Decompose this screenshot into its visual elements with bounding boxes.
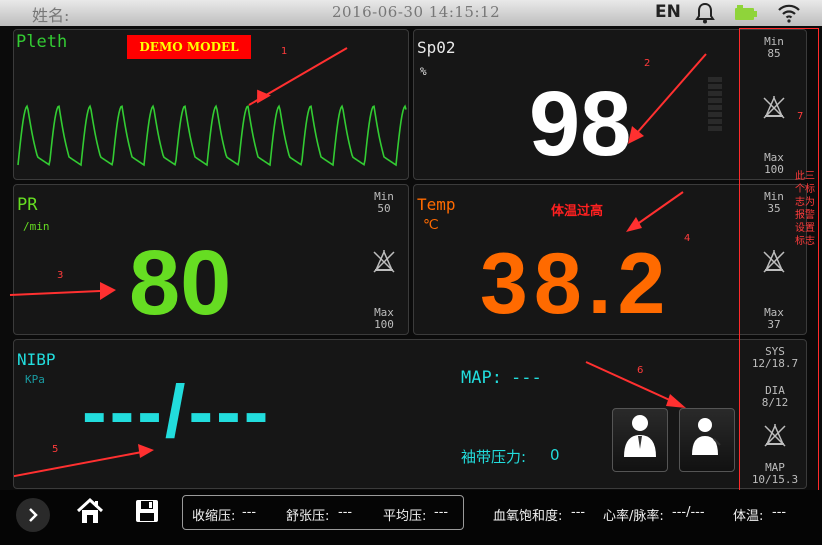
language-toggle[interactable]: EN [655, 2, 681, 22]
annotation-3: 3 [57, 270, 64, 281]
annotation-7-note: 此三个标志为报警设置标志 [795, 171, 815, 247]
battery-icon [735, 5, 757, 25]
alarm-settings-highlight [739, 28, 819, 502]
wifi-icon [777, 3, 801, 27]
save-button[interactable] [135, 499, 159, 527]
patient-name-label: 姓名: [32, 6, 70, 25]
annotation-7: 7 [797, 111, 804, 122]
summary-dia-label: 舒张压: [286, 509, 330, 524]
nibp-summary-box: 收缩压: --- 舒张压: --- 平均压: --- [182, 495, 464, 530]
date-time: 2016-06-30 14:15:12 [332, 3, 501, 21]
pr-alarm-limits[interactable]: Min 50 Max 100 [359, 188, 409, 332]
top-status-bar: 姓名: 2016-06-30 14:15:12 EN [0, 0, 822, 26]
annotation-6: 6 [637, 365, 644, 376]
pleth-waveform [17, 47, 407, 167]
summary-sys-value: --- [242, 505, 257, 520]
alarm-off-icon [372, 248, 396, 277]
pleth-panel[interactable]: Pleth DEMO MODEL 1 [13, 29, 409, 180]
nibp-panel[interactable]: NIBP KPa ---/--- MAP: --- 袖带压力: 0 5 6 SY… [13, 339, 807, 489]
pr-max-value: 100 [374, 318, 394, 331]
expand-arrow-icon [29, 508, 38, 522]
annotation-5: 5 [52, 444, 59, 455]
status-spo2-label: 血氧饱和度: [493, 509, 563, 524]
summary-dia-value: --- [338, 505, 353, 520]
expand-button[interactable] [16, 498, 50, 532]
annotation-4: 4 [684, 233, 691, 244]
annotation-2: 2 [644, 58, 651, 69]
arrows-5-6 [14, 361, 686, 478]
home-icon [76, 497, 104, 523]
annotation-1: 1 [281, 46, 288, 57]
status-spo2-value: --- [571, 505, 586, 520]
bell-icon[interactable] [693, 2, 717, 28]
summary-sys-label: 收缩压: [192, 509, 236, 524]
status-hr-label: 心率/脉率: [603, 509, 664, 524]
summary-map-value: --- [434, 505, 449, 520]
pr-label: PR [17, 195, 38, 215]
pr-unit: /min [23, 220, 50, 233]
summary-map-label: 平均压: [383, 509, 427, 524]
pr-panel[interactable]: PR /min 80 Min 50 Max 100 [13, 184, 409, 335]
status-hr-value: ---/--- [672, 505, 705, 520]
arrow-3 [9, 282, 116, 300]
pr-min-value: 50 [377, 202, 391, 215]
save-icon [136, 500, 158, 522]
status-temp-label: 体温: [733, 509, 764, 524]
pr-value: 80 [129, 232, 232, 334]
home-button[interactable] [76, 497, 104, 529]
status-temp-value: --- [772, 505, 787, 520]
